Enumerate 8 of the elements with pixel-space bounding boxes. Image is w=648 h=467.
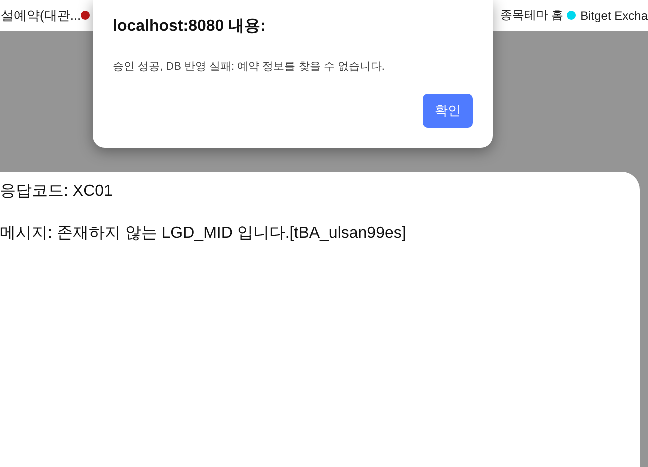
- result-text: 메시지: 존재하지 않는 LGD_MID 입니다.[tBA_ulsan99es]: [0, 224, 408, 244]
- result-text: 응답코드: XC01: [0, 182, 114, 202]
- bookmark-link[interactable]: 설예약(대관...: [1, 6, 82, 24]
- bookmark-link[interactable]: Bitget Excha: [580, 8, 648, 22]
- bookmark-link[interactable]: 종목테마 홈: [500, 7, 564, 24]
- dialog-message: 승인 성공, DB 반영 실패: 예약 정보를 찾을 수 없습니다.: [113, 60, 386, 74]
- ok-button[interactable]: 확인: [423, 94, 473, 128]
- dialog-title: localhost:8080 내용:: [113, 17, 267, 37]
